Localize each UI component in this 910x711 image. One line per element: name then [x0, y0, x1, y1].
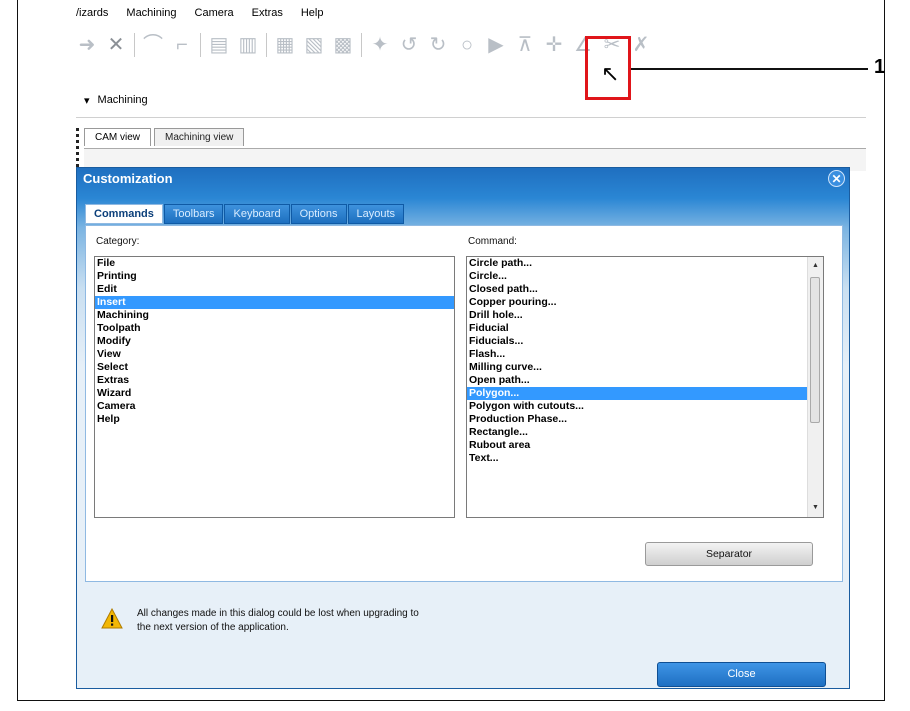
cross-icon[interactable]: ✗	[630, 34, 652, 56]
arrow-right-icon[interactable]: ➜	[76, 34, 98, 56]
layer-icon[interactable]: ▤	[208, 34, 230, 56]
corner-icon[interactable]: ⌐	[171, 34, 193, 56]
category-item[interactable]: Modify	[95, 335, 454, 348]
category-item[interactable]: Insert	[95, 296, 454, 309]
tool-icon[interactable]: ⊼	[514, 34, 536, 56]
figure-frame: /izards Machining Camera Extras Help ➜ ✕…	[17, 0, 885, 701]
play-icon[interactable]: ▶	[485, 34, 507, 56]
command-item[interactable]: Circle...	[467, 270, 823, 283]
toolbar-separator	[200, 33, 201, 57]
command-item[interactable]: Open path...	[467, 374, 823, 387]
category-item[interactable]: Machining	[95, 309, 454, 322]
delete-icon[interactable]: ✕	[105, 34, 127, 56]
category-label: Category:	[96, 236, 140, 247]
application-window: /izards Machining Camera Extras Help ➜ ✕…	[76, 0, 866, 690]
rotate-ccw-icon[interactable]: ↺	[398, 34, 420, 56]
command-scrollbar[interactable]: ▲ ▼	[807, 257, 823, 517]
tab-cam-view[interactable]: CAM view	[84, 128, 152, 146]
command-item[interactable]: Milling curve...	[467, 361, 823, 374]
mouse-cursor-icon: ↖	[601, 61, 620, 86]
warning-line-2: the next version of the application.	[137, 622, 289, 633]
close-icon[interactable]: ✕	[828, 170, 845, 187]
category-item[interactable]: Toolpath	[95, 322, 454, 335]
dialog-title: Customization	[83, 171, 173, 186]
tab-keyboard[interactable]: Keyboard	[224, 204, 290, 224]
align-icon[interactable]: ▦	[274, 34, 296, 56]
menu-bar: /izards Machining Camera Extras Help	[76, 0, 866, 26]
toolbar-separator	[134, 33, 135, 57]
category-item[interactable]: Printing	[95, 270, 454, 283]
menu-wizards[interactable]: /izards	[76, 7, 108, 19]
layer-alt-icon[interactable]: ▥	[237, 34, 259, 56]
tab-commands[interactable]: Commands	[85, 204, 163, 224]
category-item[interactable]: Edit	[95, 283, 454, 296]
command-item[interactable]: Fiducial	[467, 322, 823, 335]
category-item[interactable]: Wizard	[95, 387, 454, 400]
command-item[interactable]: Closed path...	[467, 283, 823, 296]
command-label: Command:	[468, 236, 517, 247]
distribute-icon[interactable]: ▧	[303, 34, 325, 56]
scroll-down-icon[interactable]: ▼	[808, 501, 823, 515]
category-item[interactable]: File	[95, 257, 454, 270]
command-item[interactable]: Production Phase...	[467, 413, 823, 426]
close-button[interactable]: Close	[657, 662, 826, 687]
tab-options[interactable]: Options	[290, 204, 347, 224]
warning-icon	[101, 608, 123, 629]
command-item[interactable]: Polygon...	[467, 387, 823, 400]
menu-extras[interactable]: Extras	[252, 7, 283, 19]
grid-icon[interactable]: ▩	[332, 34, 354, 56]
ribbon-divider	[76, 117, 866, 118]
scroll-thumb[interactable]	[810, 277, 820, 423]
main-toolbar: ➜ ✕ ⌒ ⌐ ▤ ▥ ▦ ▧ ▩ ✦ ↺ ↻ ○ ▶ ⊼ ✛ ∠ ✂ ✗	[76, 26, 866, 64]
transform-icon[interactable]: ✦	[369, 34, 391, 56]
toolbar-separator	[361, 33, 362, 57]
callout-leader-line	[631, 68, 868, 70]
separator-button[interactable]: Separator	[645, 542, 813, 566]
scroll-up-icon[interactable]: ▲	[808, 259, 823, 273]
category-item[interactable]: View	[95, 348, 454, 361]
toolbar-separator	[266, 33, 267, 57]
category-item[interactable]: Camera	[95, 400, 454, 413]
command-item[interactable]: Fiducials...	[467, 335, 823, 348]
command-item[interactable]: Circle path...	[467, 257, 823, 270]
warning-message: All changes made in this dialog could be…	[137, 607, 517, 635]
menu-help[interactable]: Help	[301, 7, 324, 19]
path-icon[interactable]: ⌒	[142, 34, 164, 56]
circle-icon[interactable]: ○	[456, 34, 478, 56]
command-item[interactable]: Rubout area	[467, 439, 823, 452]
tab-machining-view[interactable]: Machining view	[154, 128, 245, 146]
callout-number: 1	[874, 56, 886, 78]
commands-panel: Category: Command: File Printing Edit Inser…	[85, 225, 843, 582]
move-icon[interactable]: ✛	[543, 34, 565, 56]
command-item[interactable]: Drill hole...	[467, 309, 823, 322]
tab-toolbars[interactable]: Toolbars	[163, 204, 224, 224]
command-item[interactable]: Copper pouring...	[467, 296, 823, 309]
command-list[interactable]: Circle path... Circle... Closed path... Cop…	[466, 256, 824, 518]
rotate-cw-icon[interactable]: ↻	[427, 34, 449, 56]
menu-camera[interactable]: Camera	[195, 7, 234, 19]
customization-dialog: Customization ✕ Commands Toolbars Keyboa…	[76, 167, 850, 689]
command-item[interactable]: Text...	[467, 452, 823, 465]
view-tabs: CAM view Machining view	[84, 128, 247, 146]
command-item[interactable]: Rectangle...	[467, 426, 823, 439]
command-item[interactable]: Flash...	[467, 348, 823, 361]
category-item[interactable]: Extras	[95, 374, 454, 387]
menu-machining[interactable]: Machining	[126, 7, 176, 19]
tab-layouts[interactable]: Layouts	[347, 204, 405, 224]
ribbon-tab-machining[interactable]: ▾ Machining	[76, 87, 148, 113]
command-item[interactable]: Polygon with cutouts...	[467, 400, 823, 413]
category-item[interactable]: Help	[95, 413, 454, 426]
ribbon-tab-label: Machining	[97, 94, 148, 106]
dropdown-icon: ▾	[84, 94, 90, 107]
dialog-tabs: Commands Toolbars Keyboard Options Layou…	[85, 204, 405, 224]
category-list[interactable]: File Printing Edit Insert Machining Toolpath M…	[94, 256, 455, 518]
category-item[interactable]: Select	[95, 361, 454, 374]
warning-line-1: All changes made in this dialog could be…	[137, 608, 419, 619]
